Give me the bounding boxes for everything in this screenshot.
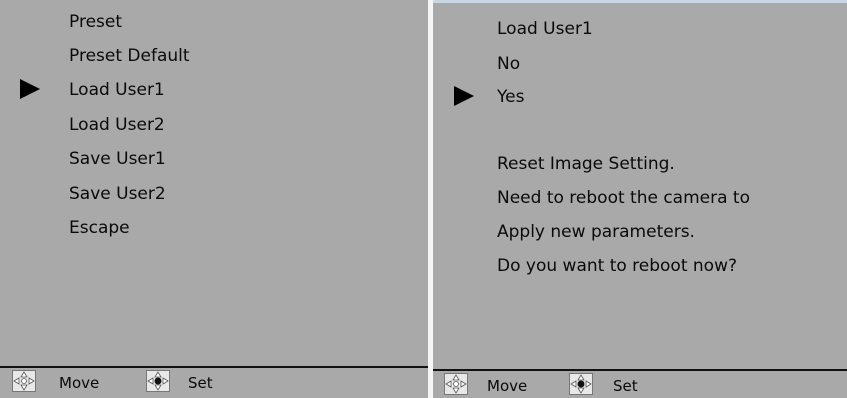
osd-menu-left: Preset Preset Default Load User1 Load Us… [0, 0, 428, 398]
message-line-1: Reset Image Setting. [497, 154, 675, 174]
message-line-3: Apply new parameters. [497, 222, 695, 242]
footer-divider [0, 366, 428, 368]
footer-set-label: Set [613, 377, 638, 395]
footer-move-label: Move [487, 377, 528, 395]
menu-item-escape[interactable]: Escape [69, 217, 130, 239]
message-line-2: Need to reboot the camera to [497, 188, 750, 208]
option-no[interactable]: No [497, 53, 520, 75]
footer-move-label: Move [59, 374, 100, 392]
footer-divider [433, 369, 847, 371]
dpad-move-icon [12, 370, 36, 392]
menu-item-preset[interactable]: Preset [69, 11, 122, 33]
message-line-4: Do you want to reboot now? [497, 256, 738, 276]
osd-menu-right: Load User1 No Yes Reset Image Setting. N… [433, 0, 847, 398]
menu-item-load-user1[interactable]: Load User1 [69, 79, 165, 101]
menu-title-load-user1: Load User1 [497, 19, 593, 39]
menu-item-preset-default[interactable]: Preset Default [69, 45, 190, 67]
menu-item-save-user2[interactable]: Save User2 [69, 183, 166, 205]
option-yes[interactable]: Yes [497, 86, 524, 108]
dpad-move-icon [444, 373, 468, 395]
footer-set-label: Set [188, 374, 213, 392]
pointer-icon [454, 86, 474, 106]
menu-item-save-user1[interactable]: Save User1 [69, 148, 166, 170]
menu-item-load-user2[interactable]: Load User2 [69, 114, 165, 136]
dpad-set-icon [569, 373, 593, 395]
dpad-set-icon [146, 370, 170, 392]
pointer-icon [20, 79, 40, 99]
